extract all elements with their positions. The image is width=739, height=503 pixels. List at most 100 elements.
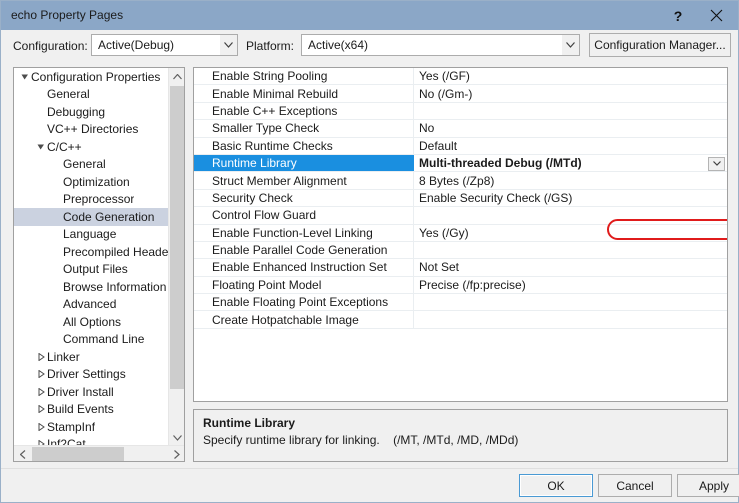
- tree-item-label: Linker: [47, 350, 80, 364]
- property-name: Runtime Library: [194, 155, 414, 171]
- chevron-up-icon[interactable]: [169, 68, 185, 85]
- tree-item[interactable]: All Options: [14, 313, 169, 331]
- tree-vertical-scrollbar[interactable]: [168, 68, 184, 446]
- tree-item[interactable]: General: [14, 86, 169, 104]
- chevron-left-icon[interactable]: [14, 446, 31, 462]
- property-value[interactable]: Default: [414, 138, 727, 154]
- property-value[interactable]: Yes (/GF): [414, 68, 727, 84]
- tree-item[interactable]: StampInf: [14, 418, 169, 436]
- tree-item-label: Advanced: [63, 297, 116, 311]
- property-row[interactable]: Enable Function-Level LinkingYes (/Gy): [194, 225, 727, 242]
- tree-item-label: Language: [63, 227, 116, 241]
- property-row[interactable]: Create Hotpatchable Image: [194, 311, 727, 328]
- property-value[interactable]: Enable Security Check (/GS): [414, 190, 727, 206]
- property-value[interactable]: Not Set: [414, 259, 727, 275]
- tree-item[interactable]: General: [14, 156, 169, 174]
- property-row[interactable]: Security CheckEnable Security Check (/GS…: [194, 190, 727, 207]
- property-value[interactable]: No: [414, 120, 727, 136]
- settings-tree-panel: Configuration Properties General Debugging…: [13, 67, 185, 462]
- property-row[interactable]: Enable Enhanced Instruction SetNot Set: [194, 259, 727, 276]
- expander-collapsed-icon[interactable]: [34, 353, 47, 361]
- property-value[interactable]: 8 Bytes (/Zp8): [414, 172, 727, 188]
- tree-item-label: Debugging: [47, 105, 105, 119]
- configuration-manager-button[interactable]: Configuration Manager...: [589, 33, 731, 57]
- property-row[interactable]: Basic Runtime ChecksDefault: [194, 138, 727, 155]
- property-row[interactable]: Smaller Type CheckNo: [194, 120, 727, 137]
- property-value[interactable]: No (/Gm-): [414, 85, 727, 101]
- property-name: Security Check: [194, 190, 414, 206]
- tree-item-label: Driver Settings: [47, 367, 126, 381]
- property-row[interactable]: Enable Parallel Code Generation: [194, 242, 727, 259]
- property-pages-dialog: echo Property Pages ? Configuration: Act…: [0, 0, 739, 503]
- tree-horizontal-scroll-thumb[interactable]: [32, 447, 124, 461]
- property-name: Enable Minimal Rebuild: [194, 85, 414, 101]
- tree-item-label: Driver Install: [47, 385, 114, 399]
- chevron-down-icon[interactable]: [220, 35, 237, 55]
- close-icon[interactable]: [697, 1, 735, 30]
- property-value[interactable]: [414, 311, 727, 327]
- platform-dropdown[interactable]: Active(x64): [301, 34, 580, 56]
- tree-item-label: General: [47, 87, 90, 101]
- tree-item-label: General: [63, 157, 106, 171]
- tree-item[interactable]: Linker: [14, 348, 169, 366]
- expander-collapsed-icon[interactable]: [34, 423, 47, 431]
- tree-vertical-scroll-thumb[interactable]: [170, 86, 184, 389]
- tree-item[interactable]: VC++ Directories: [14, 121, 169, 139]
- cancel-button[interactable]: Cancel: [598, 474, 672, 497]
- tree-item-label: Output Files: [63, 262, 128, 276]
- ok-button[interactable]: OK: [519, 474, 593, 497]
- expander-collapsed-icon[interactable]: [34, 370, 47, 378]
- expander-collapsed-icon[interactable]: [34, 405, 47, 413]
- tree-item[interactable]: Precompiled Headers: [14, 243, 169, 261]
- tree-item[interactable]: Advanced: [14, 296, 169, 314]
- property-name: Enable Parallel Code Generation: [194, 242, 414, 258]
- property-row[interactable]: Enable String PoolingYes (/GF): [194, 68, 727, 85]
- tree-item[interactable]: Configuration Properties: [14, 68, 169, 86]
- chevron-right-icon[interactable]: [168, 446, 185, 462]
- chevron-down-icon[interactable]: [562, 35, 579, 55]
- tree-item[interactable]: Command Line: [14, 331, 169, 349]
- tree-item[interactable]: Driver Settings: [14, 366, 169, 384]
- tree-item-label: Configuration Properties: [31, 70, 160, 84]
- property-value[interactable]: Yes (/Gy): [414, 225, 727, 241]
- property-row[interactable]: Control Flow Guard: [194, 207, 727, 224]
- tree-item[interactable]: Language: [14, 226, 169, 244]
- property-row[interactable]: Floating Point ModelPrecise (/fp:precise…: [194, 277, 727, 294]
- configuration-dropdown[interactable]: Active(Debug): [91, 34, 238, 56]
- tree-item[interactable]: Driver Install: [14, 383, 169, 401]
- property-value[interactable]: [414, 103, 727, 119]
- tree-item[interactable]: Code Generation: [14, 208, 169, 226]
- property-value[interactable]: Precise (/fp:precise): [414, 277, 727, 293]
- tree-item[interactable]: Browse Information: [14, 278, 169, 296]
- property-name: Floating Point Model: [194, 277, 414, 293]
- tree-item[interactable]: Debugging: [14, 103, 169, 121]
- tree-item[interactable]: Build Events: [14, 401, 169, 419]
- tree-horizontal-scrollbar[interactable]: [14, 445, 185, 461]
- apply-button[interactable]: Apply: [677, 474, 739, 497]
- tree-item[interactable]: Output Files: [14, 261, 169, 279]
- property-value[interactable]: [414, 294, 727, 310]
- configuration-value: Active(Debug): [92, 38, 220, 52]
- property-value[interactable]: Multi-threaded Debug (/MTd): [414, 155, 727, 171]
- help-icon[interactable]: ?: [659, 1, 697, 30]
- property-row[interactable]: Struct Member Alignment8 Bytes (/Zp8): [194, 172, 727, 189]
- expander-collapsed-icon[interactable]: [34, 388, 47, 396]
- property-value[interactable]: [414, 242, 727, 258]
- property-value[interactable]: [414, 207, 727, 223]
- property-grid-rows[interactable]: Enable String PoolingYes (/GF)Enable Min…: [194, 68, 727, 329]
- tree-item[interactable]: Preprocessor: [14, 191, 169, 209]
- property-row[interactable]: Enable Minimal RebuildNo (/Gm-): [194, 85, 727, 102]
- property-name: Struct Member Alignment: [194, 172, 414, 188]
- tree-item[interactable]: C/C++: [14, 138, 169, 156]
- property-row[interactable]: Enable C++ Exceptions: [194, 103, 727, 120]
- chevron-down-icon[interactable]: [169, 429, 185, 446]
- property-value-dropdown-button[interactable]: [708, 157, 725, 171]
- property-row[interactable]: Enable Floating Point Exceptions: [194, 294, 727, 311]
- property-row[interactable]: Runtime LibraryMulti-threaded Debug (/MT…: [194, 155, 727, 172]
- settings-tree[interactable]: Configuration Properties General Debugging…: [14, 68, 169, 446]
- tree-item[interactable]: Optimization: [14, 173, 169, 191]
- property-grid: Enable String PoolingYes (/GF)Enable Min…: [193, 67, 728, 402]
- expander-expanded-icon[interactable]: [18, 73, 31, 81]
- property-name: Create Hotpatchable Image: [194, 311, 414, 327]
- expander-expanded-icon[interactable]: [34, 143, 47, 151]
